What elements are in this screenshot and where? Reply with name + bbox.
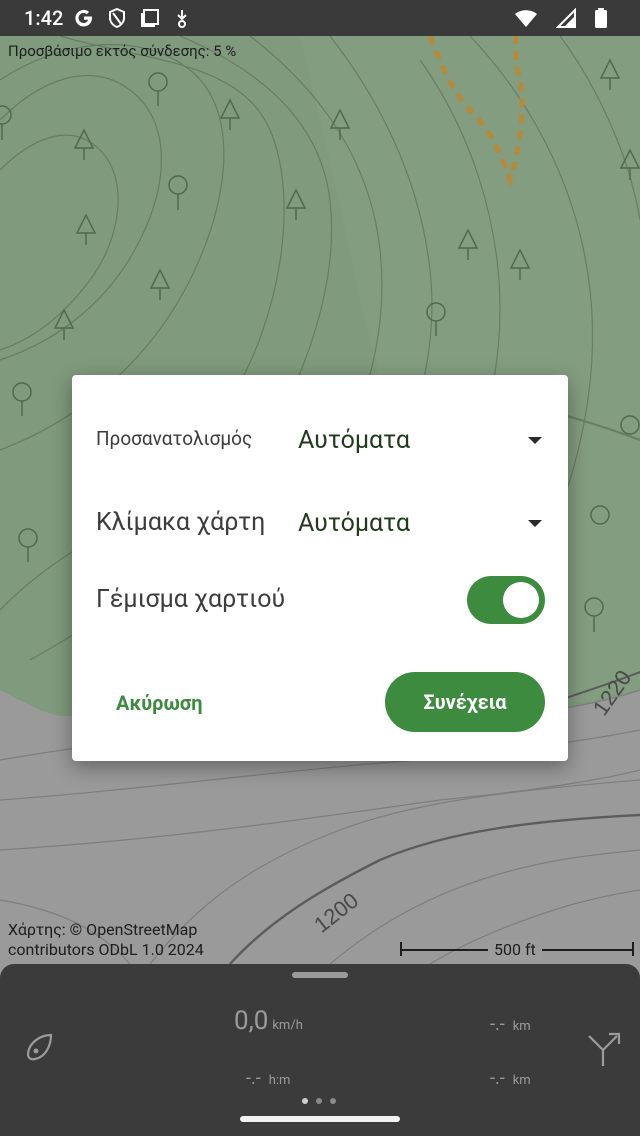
wifi-icon <box>514 8 538 28</box>
time-unit: h:m <box>268 1073 291 1088</box>
map-scale-label: Κλίμακα χάρτη <box>96 508 266 537</box>
distance-metric-1: -.- km <box>490 1014 531 1035</box>
home-indicator[interactable] <box>240 1116 400 1122</box>
signal-icon <box>556 8 576 28</box>
route-fork-icon[interactable] <box>584 1028 624 1072</box>
panel-drag-handle[interactable] <box>292 972 348 978</box>
print-options-dialog: Προσανατολισμός Αυτόματα Κλίμακα χάρτη Α… <box>72 375 568 761</box>
scale-bar: 500 ft <box>400 940 634 960</box>
compass-icon[interactable] <box>22 1030 56 1068</box>
distance-2-unit: km <box>512 1073 531 1088</box>
speed-unit: km/h <box>272 1018 303 1033</box>
scale-bar-label: 500 ft <box>488 940 542 960</box>
status-bar: 1:42 <box>0 0 640 36</box>
page-dot <box>330 1098 336 1104</box>
bottom-stats-panel[interactable]: 0,0 km/h -.- km -.- h:m -.- km <box>0 964 640 1136</box>
toggle-knob <box>503 582 539 618</box>
distance-1-value: -.- <box>490 1014 505 1035</box>
screen-icon <box>139 7 161 29</box>
map-scale-dropdown[interactable]: Αυτόματα <box>298 501 542 545</box>
attribution-line-2: contributors ODbL 1.0 2024 <box>8 940 204 959</box>
speed-metric: 0,0 km/h <box>234 1006 303 1036</box>
caret-down-icon <box>528 436 542 444</box>
download-icon <box>173 7 191 29</box>
distance-2-value: -.- <box>490 1068 505 1089</box>
paper-fill-label: Γέμισμα χαρτιού <box>96 585 286 614</box>
offline-availability-text: Προσβάσιμο εκτός σύνδεσης: 5 % <box>8 42 237 60</box>
page-indicator <box>302 1098 336 1104</box>
map-scale-value: Αυτόματα <box>298 508 411 538</box>
caret-down-icon <box>528 519 542 527</box>
status-time: 1:42 <box>24 6 64 30</box>
distance-1-unit: km <box>512 1019 531 1034</box>
time-value: -.- <box>246 1068 261 1089</box>
google-g-icon <box>73 7 95 29</box>
time-metric: -.- h:m <box>246 1068 290 1089</box>
map-attribution[interactable]: Χάρτης: © OpenStreetMap contributors ODb… <box>8 920 204 960</box>
scale-bar-tick-left <box>400 942 402 956</box>
cancel-button[interactable]: Ακύρωση <box>96 673 223 733</box>
orientation-dropdown[interactable]: Αυτόματα <box>298 418 542 462</box>
shield-icon <box>107 7 127 29</box>
battery-icon <box>594 7 608 29</box>
page-dot <box>302 1098 308 1104</box>
paper-fill-toggle[interactable] <box>467 576 545 624</box>
scale-bar-tick-right <box>632 942 634 956</box>
orientation-value: Αυτόματα <box>298 425 411 455</box>
continue-button[interactable]: Συνέχεια <box>385 672 545 732</box>
distance-metric-2: -.- km <box>490 1068 531 1089</box>
attribution-line-1: Χάρτης: © OpenStreetMap <box>8 920 198 939</box>
page-dot <box>316 1098 322 1104</box>
speed-value: 0,0 <box>234 1006 269 1036</box>
orientation-label: Προσανατολισμός <box>96 427 253 450</box>
